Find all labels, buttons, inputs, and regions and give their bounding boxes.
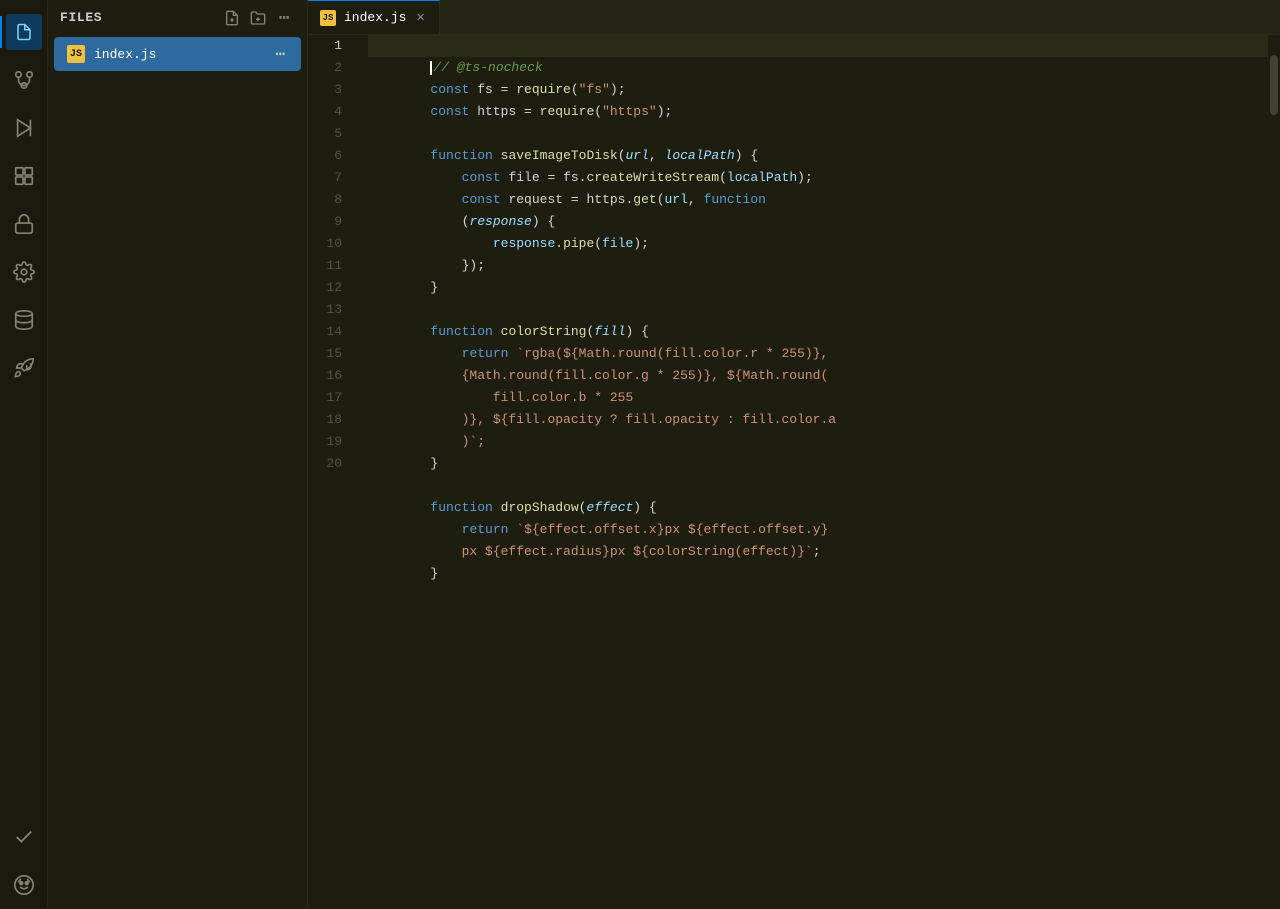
line-num-10: 10 <box>308 233 352 255</box>
activity-extensions[interactable] <box>0 152 48 200</box>
line-num-18: 18 <box>308 409 352 431</box>
code-line-11: } <box>368 255 1268 277</box>
activity-run[interactable] <box>0 104 48 152</box>
code-line-9: response.pipe(file); <box>368 211 1268 233</box>
more-actions-button[interactable]: ⋯ <box>273 7 295 29</box>
sidebar-actions: ⋯ <box>221 7 295 29</box>
js-file-icon: JS <box>66 44 86 64</box>
code-line-6: const file = fs.createWriteStream(localP… <box>368 145 1268 167</box>
code-line-23: px ${effect.radius}px ${colorString(effe… <box>368 519 1268 541</box>
activity-source-control[interactable] <box>0 56 48 104</box>
code-editor[interactable]: 1 2 3 4 5 6 7 8 9 10 11 12 13 14 15 16 1… <box>308 35 1280 909</box>
sidebar: Files ⋯ JS index <box>48 0 308 909</box>
code-line-17: )}, ${fill.opacity ? fill.opacity : fill… <box>368 387 1268 409</box>
line-num-6: 6 <box>308 145 352 167</box>
line-num-20: 20 <box>308 453 352 475</box>
new-file-button[interactable] <box>221 7 243 29</box>
code-line-10: }); <box>368 233 1268 255</box>
extensions-icon <box>13 165 35 187</box>
code-line-20 <box>368 453 1268 475</box>
code-line-4 <box>368 101 1268 123</box>
vertical-scrollbar[interactable] <box>1268 35 1280 909</box>
code-line-24: } <box>368 541 1268 563</box>
line-num-17: 17 <box>308 387 352 409</box>
line-num-4: 4 <box>308 101 352 123</box>
scrollbar-thumb[interactable] <box>1270 55 1278 115</box>
sidebar-title: Files <box>60 10 102 25</box>
code-line-21: function dropShadow(effect) { <box>368 475 1268 497</box>
activity-deploy[interactable] <box>0 344 48 392</box>
code-line-22: return `${effect.offset.x}px ${effect.of… <box>368 497 1268 519</box>
tab-label: index.js <box>344 10 406 25</box>
activity-alien[interactable] <box>0 861 48 909</box>
activity-lock[interactable] <box>0 200 48 248</box>
code-line-7: const request = https.get(url, function <box>368 167 1268 189</box>
alien-icon <box>13 874 35 896</box>
new-folder-button[interactable] <box>247 7 269 29</box>
code-line-8: (response) { <box>368 189 1268 211</box>
line-num-5: 5 <box>308 123 352 145</box>
line-num-2: 2 <box>308 57 352 79</box>
code-line-18: )`; <box>368 409 1268 431</box>
line-numbers: 1 2 3 4 5 6 7 8 9 10 11 12 13 14 15 16 1… <box>308 35 360 909</box>
rocket-icon <box>13 357 35 379</box>
code-line-12 <box>368 277 1268 299</box>
file-item-indexjs[interactable]: JS index.js ⋯ <box>54 37 301 71</box>
database-icon <box>13 309 35 331</box>
tab-bar: JS index.js ✕ <box>308 0 1280 35</box>
line-num-13: 13 <box>308 299 352 321</box>
file-name: index.js <box>94 47 271 62</box>
code-lines: // @ts-nocheck const fs = require("fs");… <box>360 35 1268 909</box>
editor-area: JS index.js ✕ 1 2 3 4 5 6 7 8 9 10 11 12… <box>308 0 1280 909</box>
line-num-14: 14 <box>308 321 352 343</box>
source-control-icon <box>13 69 35 91</box>
activity-settings[interactable] <box>0 248 48 296</box>
line-num-12: 12 <box>308 277 352 299</box>
lock-icon <box>13 213 35 235</box>
file-more-button[interactable]: ⋯ <box>271 42 289 66</box>
tab-file-icon: JS <box>320 10 336 26</box>
activity-check[interactable] <box>0 813 48 861</box>
line-num-11: 11 <box>308 255 352 277</box>
line-num-15: 15 <box>308 343 352 365</box>
tab-indexjs[interactable]: JS index.js ✕ <box>308 0 440 34</box>
files-icon <box>6 14 42 50</box>
code-line-15: {Math.round(fill.color.g * 255)}, ${Math… <box>368 343 1268 365</box>
activity-database[interactable] <box>0 296 48 344</box>
code-line-19: } <box>368 431 1268 453</box>
line-num-7: 7 <box>308 167 352 189</box>
settings-icon <box>13 261 35 283</box>
line-num-16: 16 <box>308 365 352 387</box>
code-line-5: function saveImageToDisk(url, localPath)… <box>368 123 1268 145</box>
code-line-16: fill.color.b * 255 <box>368 365 1268 387</box>
tab-close-button[interactable]: ✕ <box>414 10 426 26</box>
code-line-2: const fs = require("fs"); <box>368 57 1268 79</box>
code-line-13: function colorString(fill) { <box>368 299 1268 321</box>
checkmark-icon <box>13 826 35 848</box>
line-num-9: 9 <box>308 211 352 233</box>
line-num-1: 1 <box>308 35 352 57</box>
code-line-3: const https = require("https"); <box>368 79 1268 101</box>
code-line-1: // @ts-nocheck <box>368 35 1268 57</box>
line-num-3: 3 <box>308 79 352 101</box>
sidebar-header: Files ⋯ <box>48 0 307 35</box>
code-line-14: return `rgba(${Math.round(fill.color.r *… <box>368 321 1268 343</box>
run-icon <box>13 117 35 139</box>
activity-files[interactable] <box>0 8 48 56</box>
line-num-8: 8 <box>308 189 352 211</box>
activity-bar <box>0 0 48 909</box>
line-num-19: 19 <box>308 431 352 453</box>
